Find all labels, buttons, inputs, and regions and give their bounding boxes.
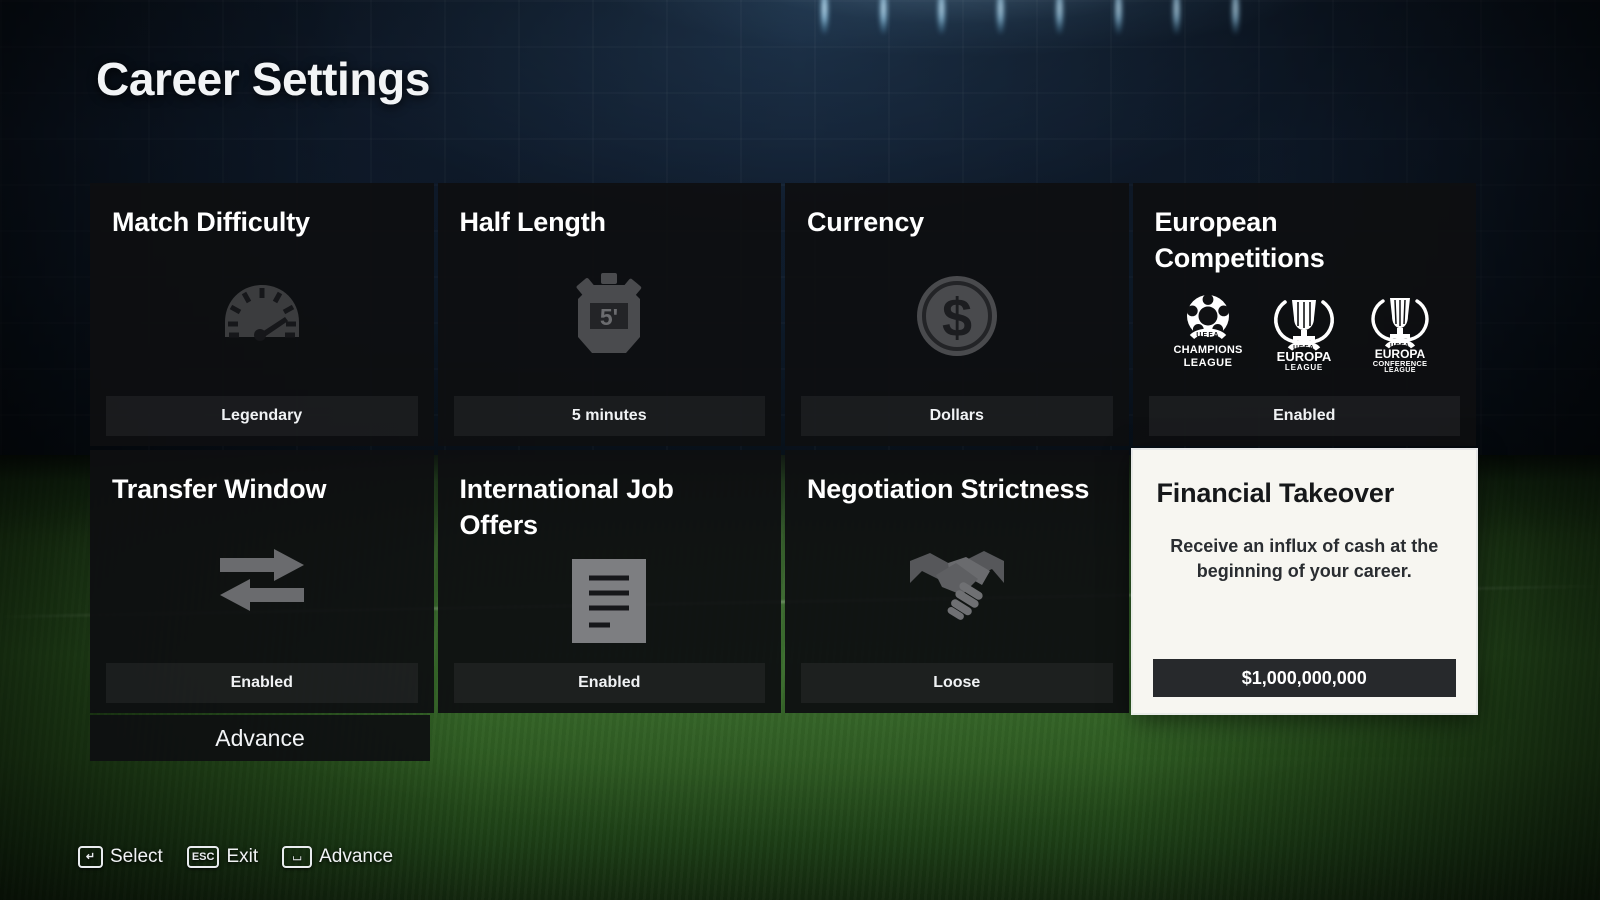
transfer-arrows-icon bbox=[112, 508, 412, 663]
career-settings-screen: Career Settings Match Difficulty Legenda… bbox=[0, 0, 1600, 900]
document-icon bbox=[460, 544, 760, 663]
card-title: Currency bbox=[807, 207, 924, 237]
hint-exit: ESC Exit bbox=[186, 846, 259, 868]
hint-label-advance: Advance bbox=[319, 846, 394, 867]
card-title: Financial Takeover bbox=[1156, 478, 1395, 508]
card-value: Enabled bbox=[453, 663, 765, 703]
setting-card-half-length[interactable]: Half Length 5' 5 minutes bbox=[437, 183, 781, 446]
card-title: Match Difficulty bbox=[112, 207, 310, 237]
uefa-competition-logos: UEFA CHAMPIONS LEAGUE UEFA EUROPA LEAGUE… bbox=[1155, 277, 1455, 396]
settings-grid: Match Difficulty Legendary Half Length 5… bbox=[90, 183, 1476, 713]
svg-text:$: $ bbox=[942, 288, 972, 348]
card-title: European Competitions bbox=[1154, 207, 1325, 273]
speedometer-icon bbox=[112, 241, 412, 396]
uefa-europa-league-logo: UEFA EUROPA LEAGUE bbox=[1258, 292, 1350, 372]
card-value: 5 minutes bbox=[453, 396, 765, 436]
svg-text:LEAGUE: LEAGUE bbox=[1184, 357, 1233, 369]
card-title: International Job Offers bbox=[459, 474, 674, 540]
setting-card-international-job-offers[interactable]: International Job Offers Enabled bbox=[437, 450, 781, 713]
card-value: Legendary bbox=[106, 396, 418, 436]
uefa-europa-conference-league-logo: UEFA EUROPA CONFERENCE LEAGUE bbox=[1354, 292, 1446, 372]
stopwatch-icon: 5' bbox=[460, 241, 760, 396]
card-value: Enabled bbox=[1148, 396, 1460, 436]
setting-card-financial-takeover[interactable]: Financial Takeover Receive an influx of … bbox=[1132, 450, 1476, 713]
card-value: Enabled bbox=[106, 663, 418, 703]
escape-key-icon: ESC bbox=[186, 846, 220, 868]
svg-text:UEFA: UEFA bbox=[1197, 332, 1220, 339]
space-key-icon: ⌴ bbox=[282, 846, 313, 868]
page-title: Career Settings bbox=[96, 53, 431, 105]
card-value: Loose bbox=[801, 663, 1113, 703]
card-title: Transfer Window bbox=[112, 474, 327, 504]
dollar-coin-icon: $ bbox=[807, 241, 1107, 396]
svg-text:EUROPA: EUROPA bbox=[1277, 349, 1332, 364]
setting-card-match-difficulty[interactable]: Match Difficulty Legendary bbox=[90, 183, 434, 446]
svg-text:LEAGUE: LEAGUE bbox=[1285, 363, 1323, 372]
stopwatch-label: 5' bbox=[600, 304, 618, 330]
hint-advance: ⌴ Advance bbox=[282, 846, 393, 868]
svg-text:CHAMPIONS: CHAMPIONS bbox=[1174, 344, 1243, 356]
hint-label-exit: Exit bbox=[226, 846, 259, 867]
setting-card-negotiation-strictness[interactable]: Negotiation Strictness Loose bbox=[785, 450, 1129, 713]
advance-button-label: Advance bbox=[215, 724, 305, 751]
setting-card-currency[interactable]: Currency $ Dollars bbox=[785, 183, 1129, 446]
card-title: Negotiation Strictness bbox=[807, 474, 1090, 504]
card-title: Half Length bbox=[459, 207, 606, 237]
svg-text:LEAGUE: LEAGUE bbox=[1384, 367, 1416, 372]
card-value: Dollars bbox=[801, 396, 1113, 436]
card-description: Receive an influx of cash at the beginni… bbox=[1170, 535, 1439, 582]
uefa-champions-league-logo: UEFA CHAMPIONS LEAGUE bbox=[1162, 292, 1254, 372]
hint-label-select: Select bbox=[110, 846, 163, 867]
hint-select: ↵ Select bbox=[78, 846, 163, 868]
card-value[interactable]: $1,000,000,000 bbox=[1152, 659, 1456, 697]
advance-button[interactable]: Advance bbox=[90, 715, 430, 761]
setting-card-transfer-window[interactable]: Transfer Window Enabled bbox=[90, 450, 434, 713]
enter-key-icon: ↵ bbox=[78, 846, 103, 868]
footer-hints: ↵ Select ESC Exit ⌴ Advance bbox=[78, 846, 393, 868]
setting-card-european-competitions[interactable]: European Competitions UEFA CHAMPIONS LEA… bbox=[1132, 183, 1476, 446]
handshake-icon bbox=[807, 508, 1107, 663]
